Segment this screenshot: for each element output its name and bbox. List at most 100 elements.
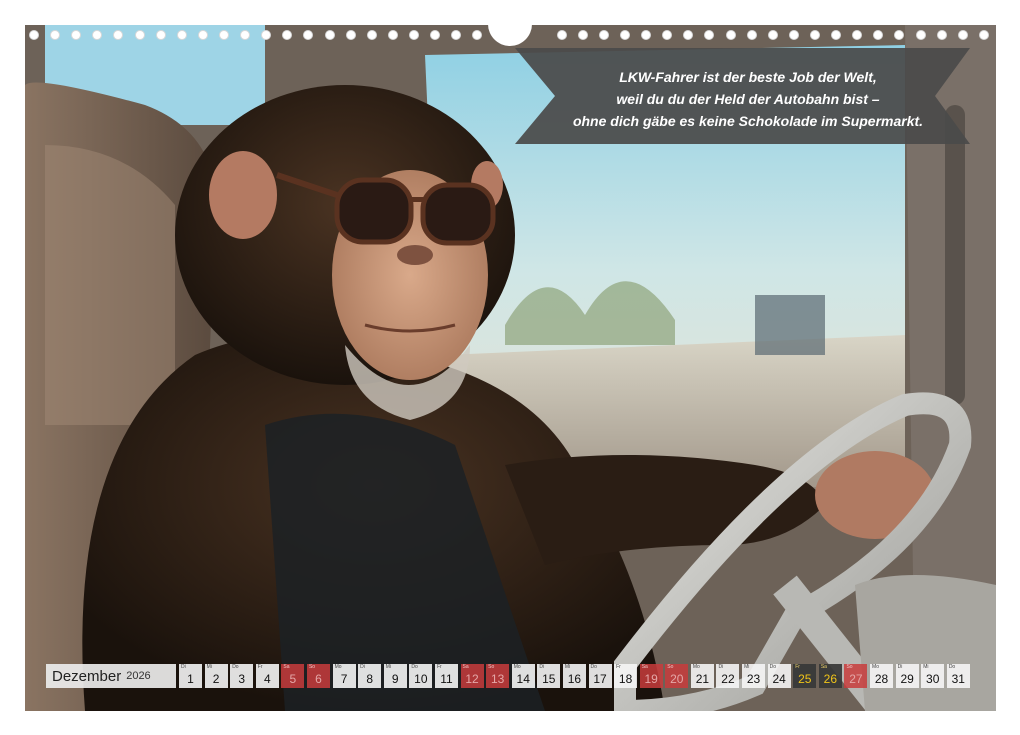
binding-hole — [303, 30, 314, 40]
day-number: 11 — [440, 672, 453, 686]
binding-hole — [810, 30, 821, 40]
day-cells: Di 1 Mi 2 Do 3 Fr 4 Sa 5 So 6 Mo 7 Di 8 Mi 9 Do 10 Fr 11 Sa 12 S… — [179, 664, 972, 688]
weekday-label: Fr — [436, 664, 442, 670]
weekday-label: Fr — [795, 664, 800, 670]
day-cell: Di 1 — [179, 664, 202, 688]
day-number: 24 — [772, 672, 786, 686]
weekday-label: Do — [232, 664, 239, 670]
day-cell: Do 31 — [946, 664, 970, 688]
binding-hole — [155, 30, 166, 40]
binding-hole — [957, 30, 968, 40]
binding-hole — [197, 30, 208, 40]
day-cell: Fr 18 — [614, 664, 638, 688]
day-number: 27 — [849, 672, 863, 686]
binding-hole — [577, 30, 588, 40]
weekday-label: Di — [539, 664, 545, 670]
day-number: 10 — [414, 672, 428, 686]
month-year: 2026 — [126, 670, 151, 682]
day-number: 14 — [516, 672, 530, 686]
day-number: 4 — [263, 672, 271, 686]
weekday-label: So — [488, 664, 495, 670]
day-cell: Di 15 — [537, 664, 561, 688]
binding-hole — [176, 30, 187, 40]
day-number: 19 — [644, 672, 658, 686]
weekday-label: Mo — [692, 664, 700, 670]
weekday-label: Do — [411, 664, 418, 670]
weekday-label: Do — [590, 664, 597, 670]
day-cell: Mi 16 — [562, 664, 586, 688]
day-cell: Sa 26 — [818, 664, 842, 688]
binding-hole — [261, 30, 272, 40]
weekday-label: Di — [360, 664, 365, 670]
binding-hole — [556, 30, 567, 40]
day-cell: Mi 9 — [383, 664, 407, 688]
binding-hole — [873, 30, 884, 40]
weekday-label: Mo — [872, 664, 879, 670]
binding-hole — [683, 30, 694, 40]
day-cell: Di 8 — [358, 664, 382, 688]
weekday-label: Mi — [923, 664, 929, 670]
weekday-label: Do — [769, 664, 777, 670]
binding-hole — [852, 30, 863, 40]
day-number: 28 — [874, 672, 889, 686]
binding-hole — [324, 30, 335, 40]
quote-line: LKW-Fahrer ist der beste Job der Welt, — [619, 69, 877, 85]
weekday-label: Sa — [462, 664, 469, 670]
day-cell: Mo 28 — [870, 664, 894, 688]
day-cell: Mo 14 — [511, 664, 535, 688]
weekday-label: Mi — [206, 664, 212, 670]
day-cell: So 27 — [844, 664, 868, 688]
day-number: 12 — [465, 672, 479, 686]
day-cell: Mo 7 — [332, 664, 356, 688]
weekday-label: Mi — [564, 664, 571, 670]
binding-hole — [218, 30, 229, 40]
binding-hole — [29, 30, 39, 40]
binding-hole — [831, 30, 842, 40]
binding-hole — [936, 30, 947, 40]
weekday-label: Fr — [257, 664, 263, 670]
calendar-page: LKW-Fahrer ist der beste Job der Welt, w… — [0, 0, 1020, 735]
day-cell: Do 3 — [230, 664, 254, 688]
weekday-label: So — [846, 664, 853, 670]
day-cell: Mi 2 — [204, 664, 228, 688]
day-number: 23 — [746, 672, 761, 686]
weekday-label: Do — [948, 664, 956, 670]
month-name: Dezember — [52, 667, 122, 685]
day-number: 22 — [721, 672, 735, 686]
binding-hole — [71, 30, 82, 40]
weekday-label: Mi — [385, 664, 392, 670]
weekday-label: So — [667, 664, 674, 670]
weekday-label: Sa — [820, 664, 827, 670]
day-cell: So 13 — [486, 664, 510, 688]
binding-hole — [50, 30, 61, 40]
day-number: 31 — [951, 672, 965, 686]
day-cell: Sa 5 — [281, 664, 305, 688]
binding-hole — [387, 30, 398, 40]
day-cell: Sa 12 — [460, 664, 484, 688]
binding-hole — [366, 30, 377, 40]
day-number: 16 — [567, 672, 582, 686]
binding-hole — [345, 30, 356, 40]
binding-hole — [472, 30, 483, 40]
day-cell: Mi 23 — [742, 664, 766, 688]
day-number: 26 — [823, 672, 838, 686]
day-number: 7 — [340, 672, 348, 686]
day-cell: Mo 21 — [690, 664, 714, 688]
weekday-label: Mo — [334, 664, 342, 670]
binding-hole — [113, 30, 124, 40]
binding-hole — [894, 30, 905, 40]
binding-hole — [641, 30, 652, 40]
binding-hole — [788, 30, 799, 40]
quote-line: ohne dich gäbe es keine Schokolade im Su… — [572, 113, 924, 129]
weekday-label: Di — [897, 664, 903, 670]
day-cell: So 6 — [306, 664, 330, 688]
day-cell: Di 29 — [895, 664, 919, 688]
day-number: 6 — [315, 672, 322, 686]
weekday-label: Di — [181, 664, 186, 670]
weekday-label: Di — [718, 664, 724, 670]
day-cell: Sa 19 — [639, 664, 663, 688]
binding-hole — [451, 30, 462, 40]
day-number: 17 — [593, 672, 607, 686]
month-strip: Dezember 2026 Di 1 Mi 2 Do 3 Fr 4 Sa 5 So 6 Mo 7 Di 8 Mi… — [46, 664, 972, 688]
day-number: 20 — [670, 672, 684, 686]
